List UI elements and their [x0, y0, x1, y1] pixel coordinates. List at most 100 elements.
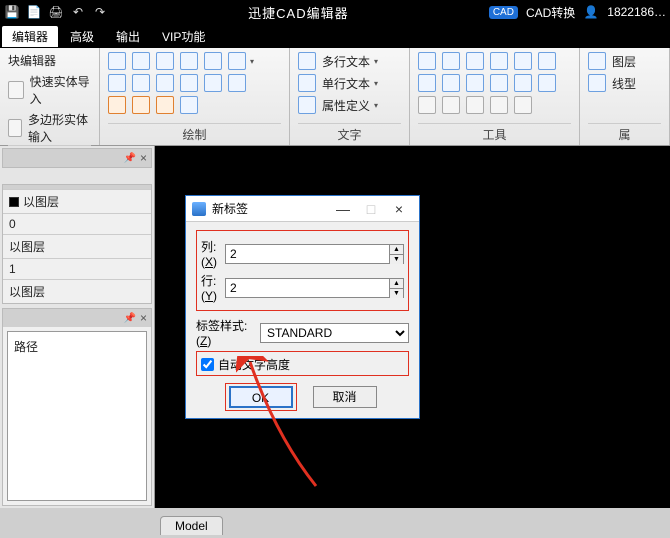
spin-up-icon[interactable]: ▲ [390, 279, 403, 289]
spin-down-icon[interactable]: ▼ [390, 255, 403, 264]
status-bar: Model [0, 508, 670, 538]
row-input[interactable] [226, 279, 389, 297]
layer-icon[interactable] [588, 52, 606, 70]
polygon-input-icon[interactable] [8, 119, 22, 137]
mirror-icon[interactable] [490, 52, 508, 70]
arc-icon[interactable] [156, 52, 174, 70]
chevron-down-icon[interactable]: ▾ [250, 57, 254, 66]
color-swatch[interactable] [9, 197, 19, 207]
auto-height-label: 自动文字高度 [218, 356, 290, 373]
pin-icon[interactable]: 📌 [124, 313, 136, 324]
chevron-down-icon[interactable]: ▾ [374, 79, 378, 88]
tool-icon[interactable] [132, 96, 150, 114]
tool-icon[interactable] [156, 96, 174, 114]
hatch-icon[interactable] [204, 52, 222, 70]
explode-icon[interactable] [514, 74, 532, 92]
pin-icon[interactable]: 📌 [124, 153, 136, 164]
left-panel: 📌 × 以图层 0 以图层 1 以图层 📌 × 路径 [0, 146, 155, 508]
table-icon[interactable] [180, 96, 198, 114]
offset-icon[interactable] [442, 74, 460, 92]
rect-icon[interactable] [156, 74, 174, 92]
path-box[interactable]: 路径 [7, 331, 147, 501]
chevron-down-icon[interactable]: ▾ [374, 101, 378, 110]
polyline-icon[interactable] [132, 52, 150, 70]
ellipse-icon[interactable] [132, 74, 150, 92]
chevron-down-icon[interactable]: ▾ [374, 57, 378, 66]
maximize-button[interactable]: □ [357, 201, 385, 217]
tool-icon[interactable] [490, 96, 508, 114]
redo-icon[interactable]: ↷ [92, 4, 108, 20]
ok-button[interactable]: OK [229, 386, 293, 408]
fillet-icon[interactable] [466, 74, 484, 92]
trim-icon[interactable] [538, 52, 556, 70]
circle-icon[interactable] [108, 74, 126, 92]
close-icon[interactable]: × [140, 151, 147, 165]
column-input[interactable] [226, 245, 389, 263]
list-item[interactable]: 以图层 [9, 238, 45, 255]
auto-height-checkbox[interactable] [201, 358, 214, 371]
spin-up-icon[interactable]: ▲ [390, 245, 403, 255]
ribbon-item[interactable]: 多行文本 [322, 53, 370, 70]
style-select[interactable]: STANDARD [260, 323, 409, 343]
user-icon[interactable]: 👤 [583, 4, 599, 20]
list-item[interactable]: 以图层 [23, 193, 59, 210]
mtext-icon[interactable] [298, 52, 316, 70]
user-label[interactable]: 1822186… [607, 5, 666, 19]
close-icon[interactable]: × [140, 311, 147, 325]
pdf-icon[interactable]: 📄 [26, 4, 42, 20]
row-label: 行:(Y) [201, 272, 225, 303]
tool-icon[interactable] [108, 96, 126, 114]
title-bar: 💾 📄 🖨 ↶ ↷ 迅捷CAD编辑器 CAD CAD转换 👤 1822186… [0, 0, 670, 24]
tab-vip[interactable]: VIP功能 [152, 26, 215, 47]
extend-icon[interactable] [538, 74, 556, 92]
tool-icon[interactable] [442, 96, 460, 114]
donut-icon[interactable] [204, 74, 222, 92]
line-icon[interactable] [108, 52, 126, 70]
dialog-icon [192, 202, 206, 216]
import-icon[interactable] [8, 81, 24, 99]
linetype-icon[interactable] [588, 74, 606, 92]
highlight-box: 自动文字高度 [196, 351, 409, 376]
text-icon[interactable] [298, 74, 316, 92]
tool-icon[interactable] [514, 96, 532, 114]
ribbon-item[interactable]: 多边形实体输入 [28, 111, 91, 145]
ribbon-item[interactable]: 块编辑器 [8, 52, 91, 69]
undo-icon[interactable]: ↶ [70, 4, 86, 20]
array-icon[interactable] [514, 52, 532, 70]
tab-advanced[interactable]: 高级 [60, 26, 104, 47]
ribbon-item[interactable]: 单行文本 [322, 75, 370, 92]
spin-down-icon[interactable]: ▼ [390, 289, 403, 298]
list-item[interactable]: 1 [9, 262, 16, 276]
region-icon[interactable] [228, 52, 246, 70]
cad-convert-link[interactable]: CAD转换 [526, 4, 575, 21]
save-icon[interactable]: 💾 [4, 4, 20, 20]
cancel-button[interactable]: 取消 [313, 386, 377, 408]
tab-output[interactable]: 输出 [106, 26, 150, 47]
tool-icon[interactable] [466, 96, 484, 114]
model-tab[interactable]: Model [160, 516, 223, 535]
cad-badge-icon: CAD [489, 6, 518, 19]
chamfer-icon[interactable] [490, 74, 508, 92]
tab-editor[interactable]: 编辑器 [2, 26, 58, 47]
ribbon-item[interactable]: 快速实体导入 [30, 73, 91, 107]
move-icon[interactable] [418, 52, 436, 70]
print-icon[interactable]: 🖨 [48, 4, 64, 20]
ribbon-item[interactable]: 属性定义 [322, 97, 370, 114]
ribbon-item[interactable]: 线型 [612, 75, 636, 92]
list-item[interactable]: 0 [9, 217, 16, 231]
rotate-icon[interactable] [442, 52, 460, 70]
attrdef-icon[interactable] [298, 96, 316, 114]
tool-icon[interactable] [418, 96, 436, 114]
list-item[interactable]: 以图层 [9, 283, 45, 300]
polygon-icon[interactable] [180, 74, 198, 92]
copy-icon[interactable] [418, 74, 436, 92]
close-button[interactable]: × [385, 201, 413, 217]
style-label: 标签样式:(Z) [196, 317, 260, 348]
scale-icon[interactable] [466, 52, 484, 70]
ribbon-item[interactable]: 图层 [612, 53, 636, 70]
column-input-wrap: ▲▼ [225, 244, 404, 264]
row-input-wrap: ▲▼ [225, 278, 404, 298]
point-icon[interactable] [228, 74, 246, 92]
spline-icon[interactable] [180, 52, 198, 70]
minimize-button[interactable]: — [329, 201, 357, 217]
